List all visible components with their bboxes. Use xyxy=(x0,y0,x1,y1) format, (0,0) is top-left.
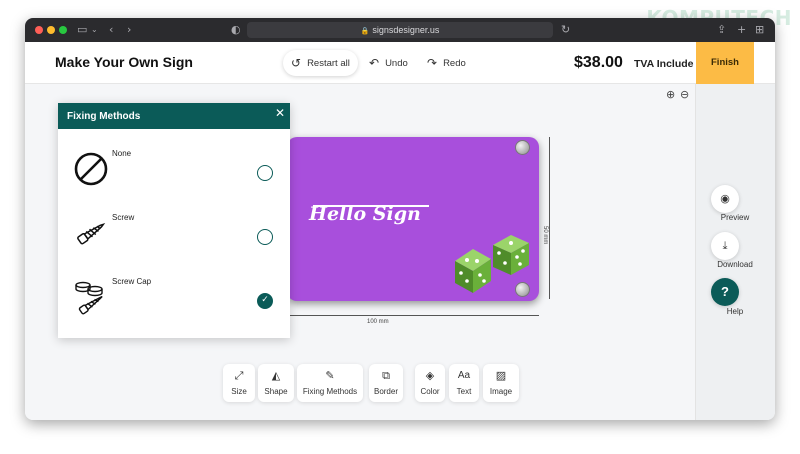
tool-border[interactable]: ⧉ Border xyxy=(369,364,403,402)
no-entry-icon xyxy=(74,152,108,186)
price: $38.00 xyxy=(574,54,623,71)
dice-right xyxy=(493,235,529,275)
url-text: signsdesigner.us xyxy=(372,25,440,35)
option-radio[interactable] xyxy=(257,165,273,181)
browser-titlebar: ▭ ⌄ ‹ › ◐ 🔒 signsdesigner.us ↻ ⇪ + ⊞ xyxy=(25,18,775,42)
undo-button[interactable]: ↶ Undo xyxy=(363,50,414,76)
screwdriver-icon: ✎ xyxy=(325,369,335,382)
tax-note: TVA Include xyxy=(634,58,694,70)
tool-shape[interactable]: ◭ Shape xyxy=(258,364,294,402)
image-icon: ▨ xyxy=(495,369,507,382)
browser-window: ▭ ⌄ ‹ › ◐ 🔒 signsdesigner.us ↻ ⇪ + ⊞ Make… xyxy=(25,18,775,420)
screw-cap-top-right xyxy=(515,140,530,155)
dice-image[interactable] xyxy=(453,231,533,299)
redo-button[interactable]: ↷ Redo xyxy=(421,50,472,76)
app-header: Make Your Own Sign ↺ Restart all ↶ Undo … xyxy=(25,42,775,84)
forward-arrow-icon[interactable]: › xyxy=(127,22,131,38)
undo-label: Undo xyxy=(385,57,408,69)
tool-image[interactable]: ▨ Image xyxy=(483,364,519,402)
panel-title: Fixing Methods xyxy=(67,111,141,122)
address-bar[interactable]: 🔒 signsdesigner.us xyxy=(247,22,553,38)
zoom-in-icon[interactable]: ⊕ xyxy=(666,88,675,101)
height-dimension-line xyxy=(549,137,550,299)
width-dimension-line xyxy=(287,315,539,316)
tool-label: Fixing Methods xyxy=(302,387,358,396)
tool-fixing-methods[interactable]: ✎ Fixing Methods xyxy=(297,364,363,402)
tool-label: Color xyxy=(420,387,440,396)
new-tab-icon[interactable]: + xyxy=(737,22,746,38)
tool-size[interactable]: ⤢ Size xyxy=(223,364,255,402)
restart-all-button[interactable]: ↺ Restart all xyxy=(283,50,358,76)
back-arrow-icon[interactable]: ‹ xyxy=(109,22,113,38)
restart-icon: ↺ xyxy=(291,56,302,70)
tool-label: Shape xyxy=(264,387,288,396)
download-label: Download xyxy=(717,260,753,269)
height-dimension-label: 50 mm xyxy=(542,226,548,245)
panel-header: Fixing Methods ✕ xyxy=(58,103,290,129)
tab-overview-icon[interactable]: ⊞ xyxy=(755,22,764,38)
size-icon: ⤢ xyxy=(234,369,244,382)
fixing-option-screw-cap[interactable]: Screw Cap ✓ xyxy=(58,265,290,325)
reload-icon[interactable]: ↻ xyxy=(561,22,570,38)
eye-icon: ◉ xyxy=(720,192,730,205)
redo-label: Redo xyxy=(443,57,466,69)
page-title: Make Your Own Sign xyxy=(55,54,193,70)
sign-preview[interactable]: Hello Sign xyxy=(287,137,539,301)
maximize-window-button[interactable] xyxy=(59,26,67,34)
option-label: None xyxy=(112,149,132,158)
close-icon[interactable]: ✕ xyxy=(275,106,285,120)
restart-label: Restart all xyxy=(307,57,350,69)
text-icon: Aa xyxy=(457,370,471,381)
redo-icon: ↷ xyxy=(427,56,438,70)
paint-bucket-icon: ◈ xyxy=(425,369,435,382)
sign-text[interactable]: Hello Sign xyxy=(309,203,429,225)
tool-label: Image xyxy=(489,387,513,396)
width-dimension-label: 100 mm xyxy=(367,319,389,325)
download-button[interactable]: ⤓ xyxy=(711,232,739,260)
tool-label: Text xyxy=(456,387,472,396)
help-button[interactable]: ? xyxy=(711,278,739,306)
border-icon: ⧉ xyxy=(382,369,390,382)
sidebar-toggle-icon[interactable]: ▭ xyxy=(77,22,87,38)
option-radio-checked[interactable]: ✓ xyxy=(257,293,273,309)
screw-icon xyxy=(77,223,106,245)
preview-button[interactable]: ◉ xyxy=(711,185,739,213)
fixing-option-none[interactable]: None xyxy=(58,137,290,197)
zoom-out-icon[interactable]: ⊖ xyxy=(680,88,689,101)
download-icon: ⤓ xyxy=(722,239,728,252)
option-radio[interactable] xyxy=(257,229,273,245)
fixing-option-screw[interactable]: Screw xyxy=(58,201,290,261)
dice-left xyxy=(455,249,491,293)
fixing-methods-panel: Fixing Methods ✕ None Screw Screw Cap ✓ xyxy=(58,103,290,338)
preview-label: Preview xyxy=(720,213,750,222)
tool-text[interactable]: Aa Text xyxy=(449,364,479,402)
share-icon[interactable]: ⇪ xyxy=(717,22,726,38)
help-label: Help xyxy=(726,307,744,316)
undo-icon: ↶ xyxy=(369,56,380,70)
question-mark-icon: ? xyxy=(721,284,729,299)
option-label: Screw xyxy=(112,213,135,222)
tool-label: Size xyxy=(231,387,247,396)
close-window-button[interactable] xyxy=(35,26,43,34)
screw-cap-icon xyxy=(75,281,103,315)
option-label: Screw Cap xyxy=(112,277,152,286)
chevron-down-icon[interactable]: ⌄ xyxy=(91,22,98,38)
shape-icon: ◭ xyxy=(271,369,281,382)
minimize-window-button[interactable] xyxy=(47,26,55,34)
privacy-shield-icon[interactable]: ◐ xyxy=(231,22,241,38)
finish-button[interactable]: Finish xyxy=(696,42,754,84)
tool-color[interactable]: ◈ Color xyxy=(415,364,445,402)
lock-icon: 🔒 xyxy=(360,27,370,35)
tool-label: Border xyxy=(373,387,398,396)
